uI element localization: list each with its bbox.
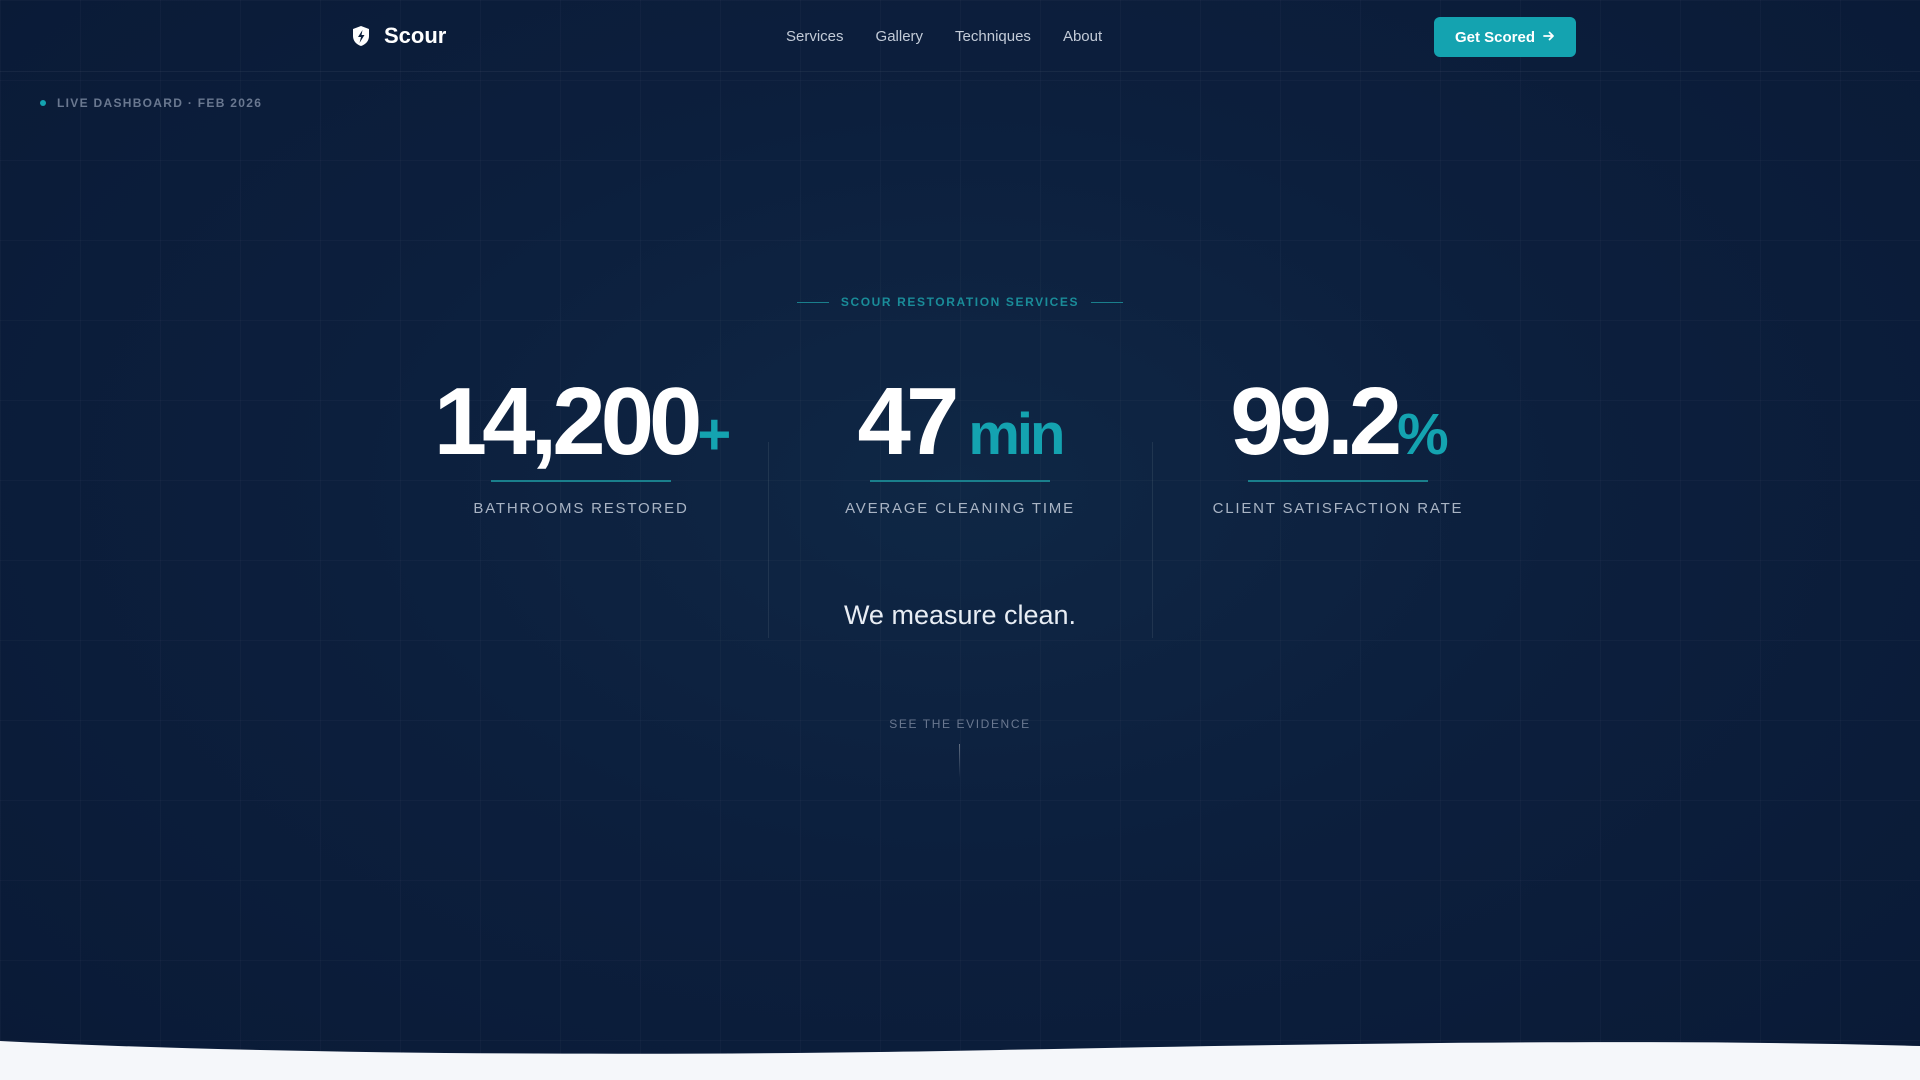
- brand-logo[interactable]: Scour: [350, 22, 446, 50]
- stat-number: 99.2 %: [1230, 368, 1448, 475]
- stat-number: 47 min: [857, 368, 1066, 475]
- top-navigation: Scour Services Gallery Techniques About …: [0, 0, 1920, 72]
- live-status-dot: [40, 100, 46, 106]
- stat-underline: [491, 480, 671, 482]
- nav-link-services[interactable]: Services: [786, 28, 844, 45]
- scroll-indicator-line: [959, 744, 960, 778]
- stat-underline: [870, 480, 1050, 482]
- get-scored-label: Get Scored: [1454, 28, 1536, 46]
- nav-link-about[interactable]: About: [1063, 28, 1102, 45]
- stat-bathrooms-restored: 14,200 + BATHROOMS RESTORED: [411, 368, 751, 518]
- live-dashboard-label: LIVE DASHBOARD · FEB 2026: [57, 96, 263, 110]
- eyebrow-line-left: [796, 301, 829, 303]
- stat-suffix: min: [968, 402, 1065, 467]
- nav-links: Services Gallery Techniques About: [786, 28, 1102, 45]
- stat-underline: [1248, 480, 1428, 482]
- nav-link-gallery[interactable]: Gallery: [876, 28, 924, 45]
- eyebrow-line-right: [1091, 301, 1124, 303]
- eyebrow-text: SCOUR RESTORATION SERVICES: [840, 295, 1080, 309]
- nav-link-techniques[interactable]: Techniques: [955, 28, 1031, 45]
- hero-tagline: We measure clean.: [843, 600, 1077, 630]
- stat-average-cleaning-time: 47 min AVERAGE CLEANING TIME: [790, 368, 1130, 518]
- stat-number: 14,200 +: [433, 368, 731, 475]
- stat-value: 47: [857, 368, 960, 475]
- brand-name: Scour: [384, 23, 447, 48]
- stat-label: AVERAGE CLEANING TIME: [845, 500, 1075, 517]
- get-scored-button[interactable]: Get Scored: [1434, 17, 1576, 57]
- section-eyebrow: SCOUR RESTORATION SERVICES: [0, 295, 1920, 309]
- stat-suffix: +: [697, 402, 731, 467]
- section-wave-divider: [0, 1041, 1920, 1080]
- background-grid: [0, 0, 1920, 1080]
- stat-suffix: %: [1397, 402, 1449, 467]
- see-evidence-link[interactable]: SEE THE EVIDENCE: [0, 717, 1920, 731]
- shield-icon: [350, 24, 372, 48]
- stat-label: CLIENT SATISFACTION RATE: [1212, 500, 1464, 517]
- stat-value: 14,200: [433, 368, 703, 475]
- arrow-right-icon: [1543, 29, 1555, 46]
- stat-label: BATHROOMS RESTORED: [473, 500, 689, 517]
- live-dashboard-badge: LIVE DASHBOARD · FEB 2026: [40, 96, 262, 110]
- stat-client-satisfaction: 99.2 % CLIENT SATISFACTION RATE: [1168, 368, 1508, 518]
- stat-value: 99.2: [1230, 368, 1402, 475]
